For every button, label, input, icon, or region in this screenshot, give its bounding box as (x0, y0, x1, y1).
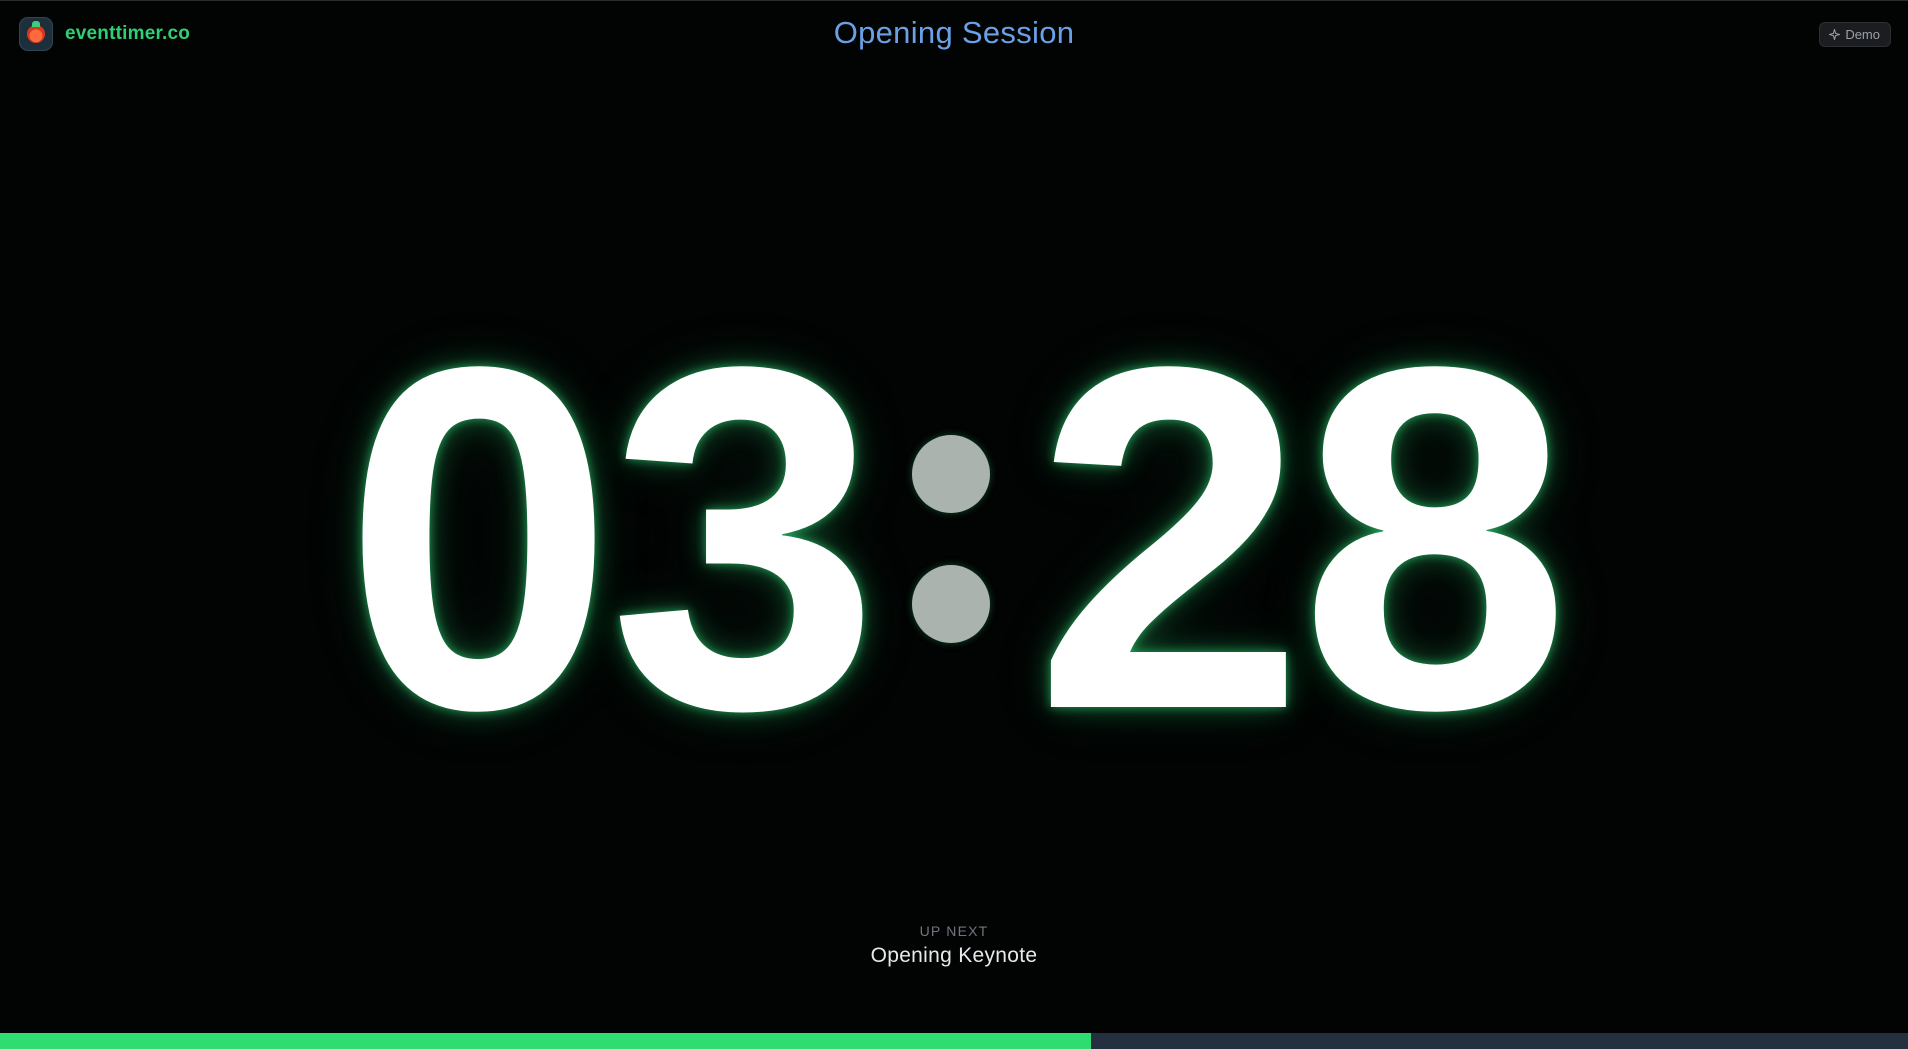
countdown-clock: 03 28 (0, 295, 1908, 783)
demo-badge-label: Demo (1845, 27, 1880, 42)
colon-dot-bottom (912, 565, 990, 643)
up-next-title: Opening Keynote (870, 944, 1038, 967)
up-next-label: UP NEXT (919, 923, 989, 939)
timer-minutes: 03 (343, 266, 880, 811)
progress-bar (0, 1033, 1908, 1049)
timer-display-screen: eventtimer.co Opening Session Demo 03 28… (0, 0, 1908, 1049)
demo-badge[interactable]: Demo (1819, 22, 1891, 47)
progress-bar-fill (0, 1033, 1092, 1049)
timer-seconds: 28 (1034, 266, 1571, 811)
sparkle-icon (1829, 29, 1841, 40)
session-title: Opening Session (833, 15, 1075, 50)
colon-dot-top (912, 435, 990, 513)
timer-colon (912, 319, 990, 759)
